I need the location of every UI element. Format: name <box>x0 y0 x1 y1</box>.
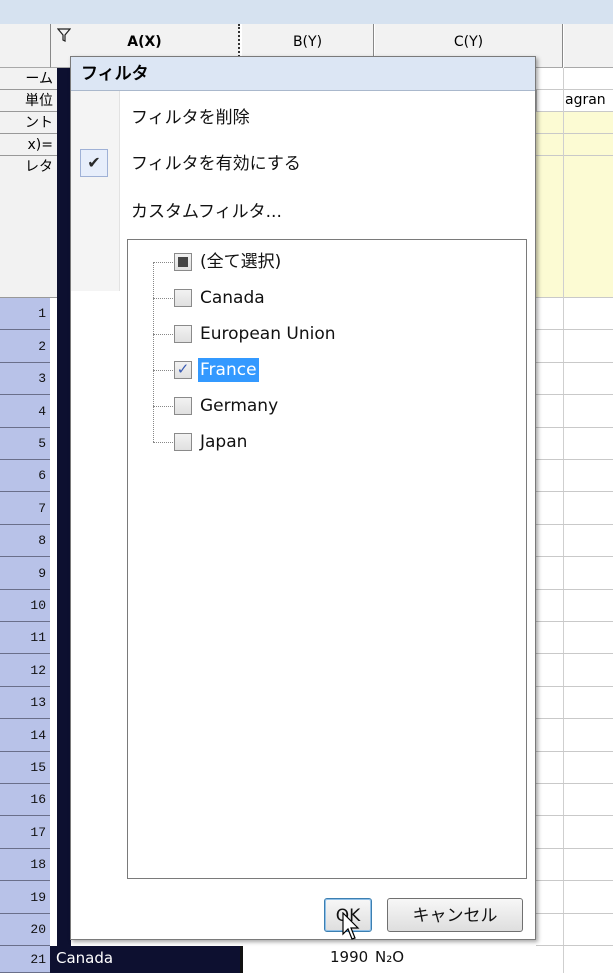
grid-cell[interactable] <box>536 460 613 492</box>
european-union-checkbox[interactable] <box>174 325 192 343</box>
window-top-bar <box>0 0 613 24</box>
filter-values-list[interactable]: (全て選択) Canada European Union ✓ France Ge… <box>127 239 527 879</box>
grid-cell[interactable] <box>536 881 613 914</box>
column-divider <box>240 946 243 973</box>
japan-checkbox[interactable] <box>174 433 192 451</box>
grid-cell[interactable] <box>536 492 613 525</box>
row-header[interactable]: 12 <box>0 654 50 687</box>
grid-cell[interactable] <box>536 914 613 946</box>
meta-label-units: 単位 <box>0 90 57 112</box>
mouse-pointer-icon <box>342 911 362 946</box>
row-header[interactable]: 6 <box>0 460 50 492</box>
meta-cell[interactable]: agran <box>536 90 613 112</box>
column-a-selected-strip <box>57 68 71 946</box>
row-header[interactable]: 17 <box>0 816 50 849</box>
grid-cell[interactable] <box>536 654 613 687</box>
canada-label[interactable]: Canada <box>198 286 267 310</box>
meta-label-fx: x)= <box>0 134 57 156</box>
checkmark-icon: ✓ <box>176 360 190 378</box>
row-header[interactable]: 11 <box>0 622 50 654</box>
germany-checkbox[interactable] <box>174 397 192 415</box>
tree-branch <box>153 298 173 299</box>
column-header-d[interactable] <box>564 24 613 68</box>
row21-year: 1990 <box>330 948 369 966</box>
custom-filter-menu-item[interactable]: カスタムフィルタ... <box>131 197 282 222</box>
grid-cell[interactable] <box>536 525 613 557</box>
row-header[interactable]: 7 <box>0 492 50 525</box>
grid-cell[interactable] <box>536 363 613 395</box>
row-header[interactable]: 2 <box>0 330 50 363</box>
remove-filter-menu-item[interactable]: フィルタを削除 <box>131 103 250 128</box>
germany-label[interactable]: Germany <box>198 394 280 418</box>
grid-cell[interactable] <box>536 622 613 654</box>
canada-checkbox[interactable] <box>174 289 192 307</box>
grid-cell[interactable] <box>536 395 613 428</box>
row-header[interactable]: 19 <box>0 881 50 914</box>
grid-cell[interactable] <box>536 687 613 719</box>
tree-branch <box>153 370 173 371</box>
row-header[interactable]: 3 <box>0 363 50 395</box>
checkmark-icon: ✔ <box>80 149 108 177</box>
meta-cell[interactable] <box>536 134 613 156</box>
grid-cell[interactable] <box>536 719 613 752</box>
row-header[interactable]: 13 <box>0 687 50 719</box>
meta-cell[interactable] <box>536 112 613 134</box>
grid-cell[interactable] <box>536 752 613 784</box>
european-union-label[interactable]: European Union <box>198 322 338 346</box>
row-header[interactable]: 1 <box>0 298 50 330</box>
column-c-label: C(Y) <box>453 34 484 50</box>
grid-cell[interactable] <box>536 590 613 622</box>
tree-line <box>153 262 154 442</box>
row-header[interactable]: 15 <box>0 752 50 784</box>
row-header[interactable]: 5 <box>0 428 50 460</box>
meta-label-long-name: ーム <box>0 68 57 90</box>
partial-cell-text: agran <box>565 92 606 108</box>
menu-gutter <box>71 91 120 291</box>
grid-cell[interactable] <box>536 428 613 460</box>
meta-cell[interactable] <box>536 68 613 90</box>
corner-header[interactable] <box>0 24 50 68</box>
tree-branch <box>153 442 173 443</box>
meta-label-filter: レタ <box>0 156 57 298</box>
row-header[interactable]: 20 <box>0 914 50 946</box>
meta-cell[interactable] <box>536 156 613 298</box>
row-header[interactable]: 18 <box>0 849 50 881</box>
row21-country: Canada <box>56 949 114 967</box>
tree-branch <box>153 262 173 263</box>
row-header[interactable]: 9 <box>0 557 50 590</box>
row-header[interactable]: 8 <box>0 525 50 557</box>
row-header[interactable]: 14 <box>0 719 50 752</box>
france-checkbox[interactable]: ✓ <box>174 360 192 379</box>
japan-label[interactable]: Japan <box>198 430 249 454</box>
grid-cell[interactable] <box>536 557 613 590</box>
select-all-checkbox[interactable] <box>174 253 192 271</box>
france-label[interactable]: France <box>198 358 259 382</box>
row21-gas: N₂O <box>375 948 405 966</box>
row-header[interactable]: 16 <box>0 784 50 816</box>
cancel-button[interactable]: キャンセル <box>387 898 523 932</box>
meta-label-comments: ント <box>0 112 57 134</box>
grid-cell[interactable] <box>536 298 613 330</box>
filter-dialog: フィルタ フィルタを削除 ✔ フィルタを有効にする カスタムフィルタ... (全… <box>70 56 536 940</box>
enable-filter-menu-item[interactable]: フィルタを有効にする <box>131 149 301 174</box>
column-a-label: A(X) <box>127 34 162 50</box>
grid-cell[interactable] <box>536 849 613 881</box>
row-header[interactable]: 4 <box>0 395 50 428</box>
grid-cell[interactable] <box>536 816 613 849</box>
column-b-label: B(Y) <box>292 34 323 50</box>
row-header[interactable]: 10 <box>0 590 50 622</box>
row-header[interactable]: 21 <box>0 946 50 973</box>
select-all-label[interactable]: (全て選択) <box>198 250 283 274</box>
grid-cell[interactable] <box>536 784 613 816</box>
tree-branch <box>153 334 173 335</box>
dialog-title: フィルタ <box>71 57 535 91</box>
grid-cell[interactable] <box>536 330 613 363</box>
tree-branch <box>153 406 173 407</box>
